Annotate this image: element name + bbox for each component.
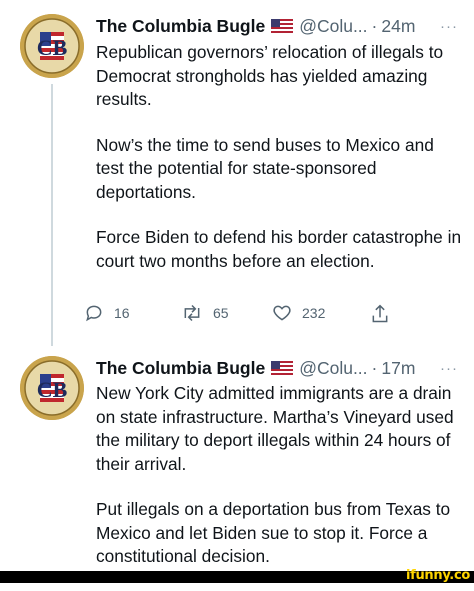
like-button[interactable]: 232: [272, 303, 325, 323]
reply-button[interactable]: 16: [84, 303, 130, 323]
retweet-icon: [184, 304, 200, 322]
more-options-icon[interactable]: ···: [440, 18, 464, 35]
columbia-bugle-logo-icon: CB: [20, 356, 84, 420]
tweet-paragraph: Now’s the time to send buses to Mexico a…: [96, 134, 434, 202]
svg-text:CB: CB: [37, 377, 68, 402]
tweet-body: Republican governors’ relocation of ille…: [96, 41, 466, 295]
timestamp[interactable]: 17m: [381, 358, 415, 379]
share-button[interactable]: [370, 303, 400, 325]
tweet-actions: 16 65 232: [84, 303, 414, 333]
reply-icon: [86, 305, 102, 322]
tweet-paragraph: Force Biden to defend his border catastr…: [96, 227, 462, 271]
more-options-icon[interactable]: ···: [440, 360, 464, 377]
us-flag-icon: [271, 19, 294, 33]
retweet-button[interactable]: 65: [181, 303, 229, 323]
author-name[interactable]: The Columbia Bugle: [96, 358, 265, 379]
avatar[interactable]: CB: [20, 356, 84, 420]
tweet-body: New York City admitted immigrants are a …: [96, 382, 466, 591]
tweet-paragraph: Republican governors’ relocation of ille…: [96, 42, 444, 109]
us-flag-icon: [271, 361, 294, 375]
separator-dot: ·: [371, 15, 378, 36]
ifunny-watermark: ifunny.co: [405, 568, 470, 583]
columbia-bugle-logo-icon: CB: [20, 14, 84, 78]
share-icon: [372, 304, 388, 323]
tweet-paragraph: New York City admitted immigrants are a …: [96, 383, 454, 474]
author-handle[interactable]: @Colu...: [299, 16, 367, 37]
avatar[interactable]: CB: [20, 14, 84, 78]
svg-text:CB: CB: [37, 35, 68, 60]
tweet-header: The Columbia Bugle @Colu... · 17m ···: [96, 356, 464, 380]
timestamp[interactable]: 24m: [381, 16, 415, 37]
author-name[interactable]: The Columbia Bugle: [96, 16, 265, 37]
thread-connector-line: [51, 84, 53, 346]
heart-icon: [273, 305, 291, 321]
watermark-bar: [0, 571, 474, 583]
tweet-header: The Columbia Bugle @Colu... · 24m ···: [96, 14, 464, 38]
reply-count: 16: [114, 305, 130, 321]
tweet-paragraph: Put illegals on a deportation bus from T…: [96, 499, 451, 566]
retweet-count: 65: [213, 305, 229, 321]
separator-dot: ·: [371, 357, 378, 378]
author-handle[interactable]: @Colu...: [299, 358, 367, 379]
like-count: 232: [302, 305, 326, 321]
